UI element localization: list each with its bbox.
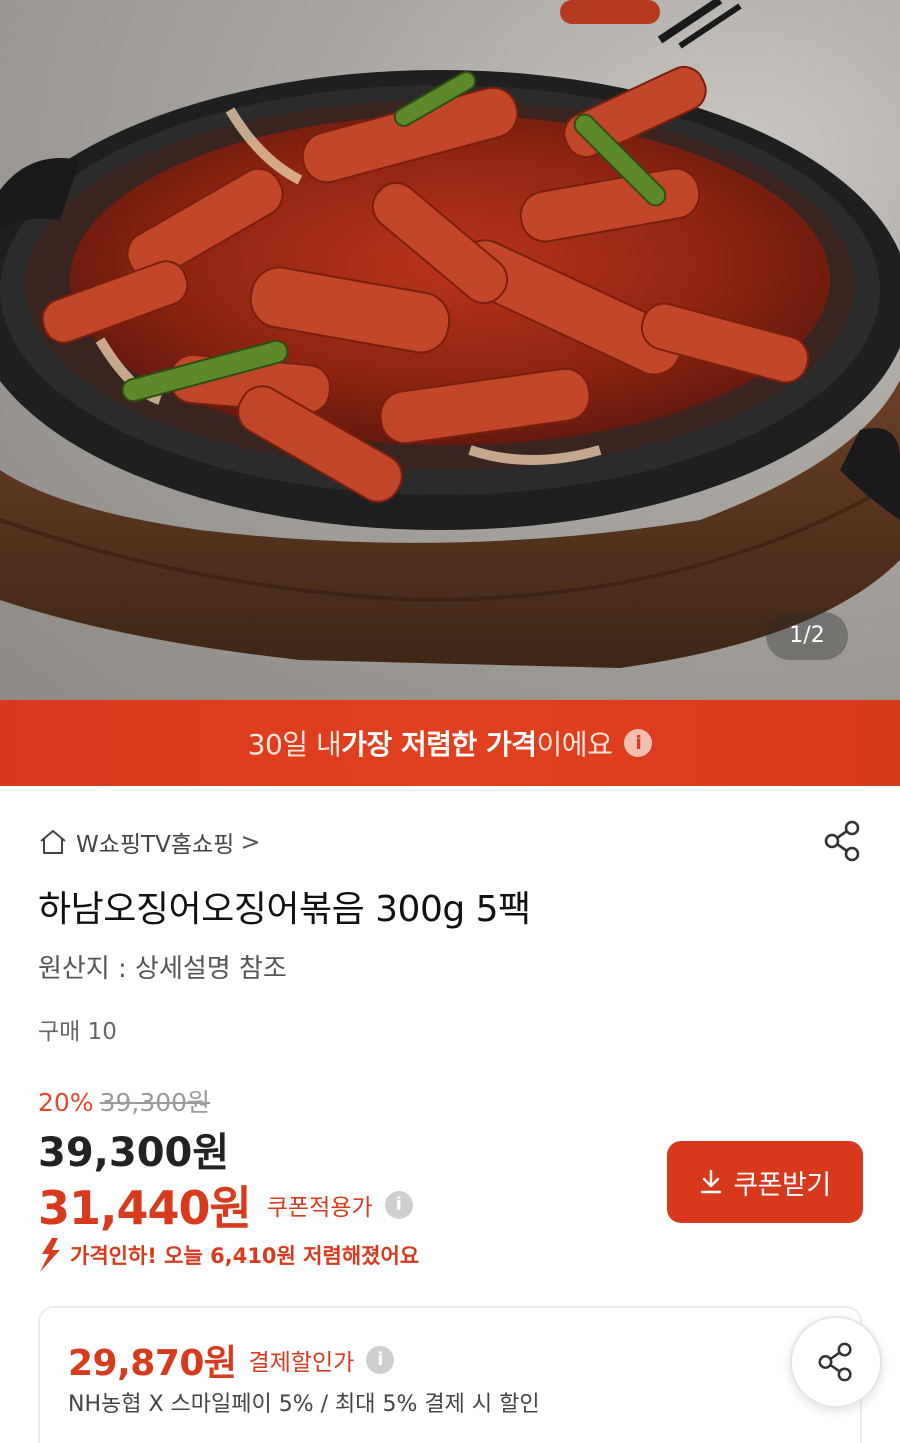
price-drop-text: 가격인하! 오늘 6,410원 저렴해졌어요 [70, 1244, 420, 1268]
discount-rate: 20% [38, 1088, 94, 1117]
discount-row: 20% 39,300원 [38, 1083, 210, 1119]
sale-price: 39,300원 [38, 1130, 230, 1176]
lowest-price-banner: 30일 내 가장 저렴한 가격 이에요 i [0, 700, 900, 786]
payment-discount-detail: NH농협 X 스마일페이 5% / 최대 5% 결제 시 할인 [68, 1392, 540, 1417]
download-icon [701, 1169, 722, 1194]
info-icon[interactable]: i [624, 729, 653, 757]
payment-price-row: 29,870원 결제할인가 i [68, 1334, 395, 1386]
payment-price-label: 결제할인가 [248, 1350, 355, 1376]
price-drop-notice: 가격인하! 오늘 6,410원 저렴해졌어요 [36, 1238, 419, 1272]
product-image[interactable]: 1/2 [0, 0, 900, 700]
home-icon [40, 830, 66, 854]
purchase-count: 구매 10 [38, 1019, 117, 1045]
banner-prefix: 30일 내 [247, 728, 342, 761]
floating-share-button[interactable] [790, 1316, 882, 1408]
store-name: W쇼핑TV홈쇼핑 [76, 832, 235, 858]
original-price: 39,300원 [99, 1088, 211, 1117]
chevron-right-icon: > [240, 828, 261, 856]
banner-suffix: 이에요 [536, 728, 613, 761]
info-icon[interactable]: i [384, 1191, 413, 1219]
store-link[interactable]: W쇼핑TV홈쇼핑 > [38, 822, 260, 862]
banner-highlight: 가장 저렴한 가격 [341, 728, 537, 761]
payment-price: 29,870원 [68, 1343, 237, 1384]
payment-discount-card[interactable]: 29,870원 결제할인가 i NH농협 X 스마일페이 5% / 최대 5% … [38, 1306, 862, 1443]
product-origin: 원산지 : 상세설명 참조 [38, 954, 287, 984]
get-coupon-button[interactable]: 쿠폰받기 [667, 1141, 863, 1223]
info-icon[interactable]: i [366, 1346, 395, 1374]
food-photo [0, 0, 900, 668]
share-icon [818, 1342, 852, 1382]
coupon-price-row: 31,440원 쿠폰적용가 i [38, 1172, 413, 1238]
share-icon[interactable] [820, 818, 866, 864]
get-coupon-label: 쿠폰받기 [733, 1169, 831, 1201]
image-page-counter: 1/2 [766, 612, 848, 660]
down-arrow-icon [40, 1238, 60, 1272]
coupon-price: 31,440원 [38, 1181, 252, 1235]
product-title: 하남오징어오징어볶음 300g 5팩 [38, 889, 531, 930]
coupon-price-label: 쿠폰적용가 [266, 1195, 373, 1221]
